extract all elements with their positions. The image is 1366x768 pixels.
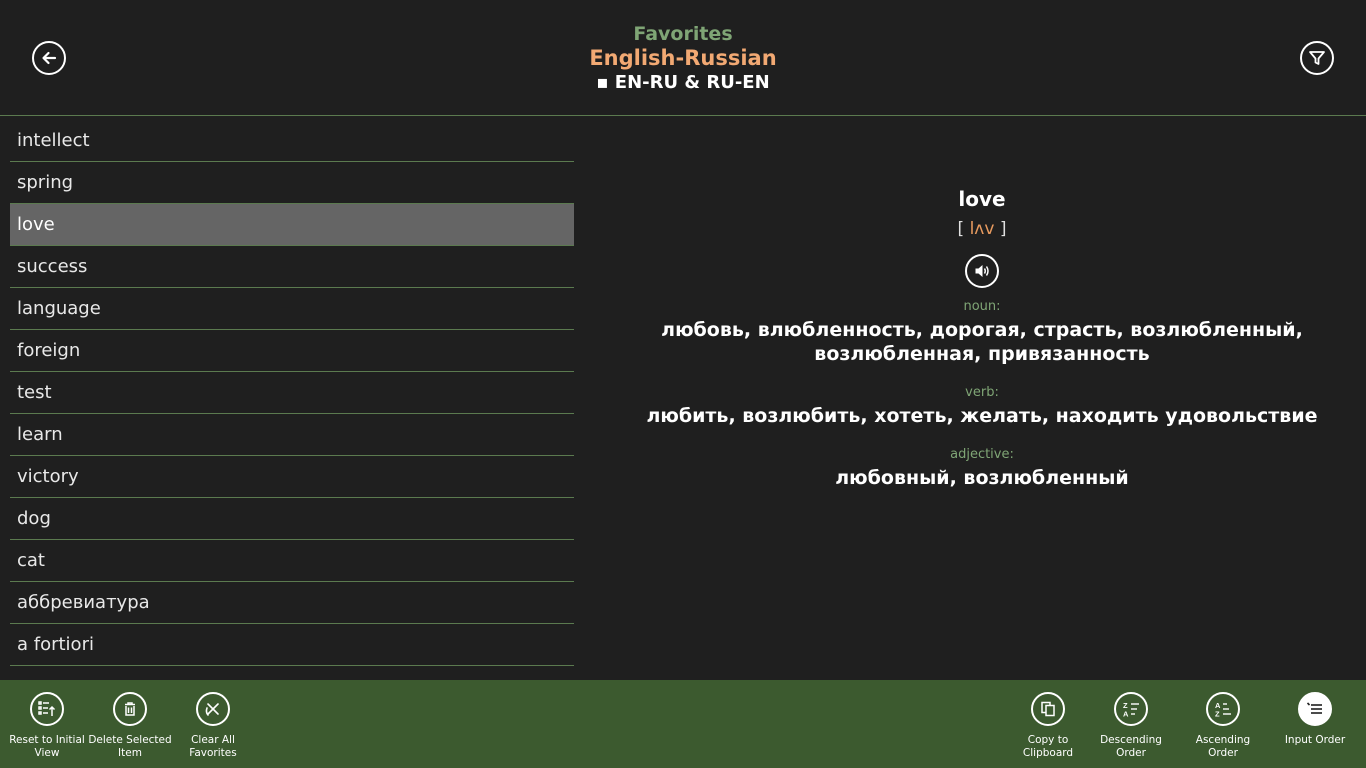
favorites-list: intellect spring love success language f…: [10, 120, 574, 666]
input-order-icon: [1306, 702, 1322, 714]
list-item[interactable]: language: [10, 288, 574, 330]
list-item[interactable]: test: [10, 372, 574, 414]
sense-verb: verb: любить, возлюбить, хотеть, желать,…: [600, 384, 1364, 428]
sort-descending-icon: Z A: [1123, 701, 1139, 719]
list-item[interactable]: spring: [10, 162, 574, 204]
list-item[interactable]: cat: [10, 540, 574, 582]
bracket-close: ]: [994, 219, 1007, 239]
input-order-circle: [1298, 692, 1332, 726]
trash-icon: [125, 702, 135, 716]
delete-selected-circle: [113, 692, 147, 726]
play-sound-button[interactable]: [965, 254, 999, 288]
bracket-open: [: [957, 219, 970, 239]
ascending-order-button[interactable]: A Z Ascending Order: [1178, 692, 1268, 760]
ascending-order-circle: A Z: [1206, 692, 1240, 726]
sense-adjective: adjective: любовный, возлюбленный: [600, 446, 1364, 490]
app-window: Favorites English-Russian ▪ EN-RU & RU-E…: [0, 0, 1366, 768]
clear-all-icon: [205, 703, 219, 716]
part-of-speech: noun:: [963, 299, 1001, 314]
speaker-icon: [975, 265, 989, 277]
translations: любовь, влюбленность, дорогая, страсть, …: [600, 318, 1364, 366]
filter-button[interactable]: [1300, 41, 1334, 75]
clear-all-circle: [196, 692, 230, 726]
list-item[interactable]: intellect: [10, 120, 574, 162]
delete-selected-button[interactable]: Delete Selected Item: [85, 692, 175, 760]
input-order-button[interactable]: Input Order: [1270, 692, 1360, 747]
list-item-selected[interactable]: love: [10, 204, 574, 246]
list-item[interactable]: dog: [10, 498, 574, 540]
reset-view-label: Reset to Initial View: [9, 734, 85, 759]
section-title: Favorites: [633, 23, 733, 45]
svg-text:Z: Z: [1215, 710, 1220, 719]
list-item[interactable]: аббревиатура: [10, 582, 574, 624]
descending-order-button[interactable]: Z A Descending Order: [1086, 692, 1176, 760]
sense-noun: noun: любовь, влюбленность, дорогая, стр…: [600, 298, 1364, 366]
list-item[interactable]: learn: [10, 414, 574, 456]
reset-view-icon: [38, 701, 56, 716]
translations: любовный, возлюбленный: [835, 467, 1129, 489]
copy-clipboard-circle: [1031, 692, 1065, 726]
filter-icon: [1309, 51, 1325, 65]
input-order-label: Input Order: [1284, 734, 1346, 746]
headword: love: [958, 187, 1006, 211]
list-item[interactable]: victory: [10, 456, 574, 498]
transcription-text: lʌv: [969, 219, 995, 239]
part-of-speech: adjective:: [950, 447, 1014, 462]
descending-order-circle: Z A: [1114, 692, 1148, 726]
translations-line: возлюбленная, привязанность: [814, 343, 1150, 365]
clear-all-label: Clear All Favorites: [189, 734, 237, 759]
delete-selected-label: Delete Selected Item: [88, 734, 172, 759]
copy-icon: [1041, 701, 1055, 717]
dictionary-title[interactable]: English-Russian: [483, 46, 883, 71]
transcription: [ lʌv ]: [600, 217, 1364, 241]
ascending-order-label: Ascending Order: [1195, 734, 1251, 759]
descending-order-label: Descending Order: [1100, 734, 1162, 759]
copy-clipboard-button[interactable]: Copy to Clipboard: [1003, 692, 1093, 760]
list-item[interactable]: success: [10, 246, 574, 288]
copy-clipboard-label: Copy to Clipboard: [1022, 734, 1074, 759]
sound-row: [600, 254, 1364, 288]
back-button[interactable]: [32, 41, 66, 75]
clear-all-button[interactable]: Clear All Favorites: [168, 692, 258, 760]
reset-view-button[interactable]: Reset to Initial View: [2, 692, 92, 760]
app-bar: Reset to Initial View Delete Selected Item: [0, 680, 1366, 768]
back-arrow-icon: [42, 51, 57, 65]
part-of-speech: verb:: [965, 385, 999, 400]
reset-view-circle: [30, 692, 64, 726]
translations-line: любовь, влюбленность, дорогая, страсть, …: [661, 319, 1303, 341]
direction-title[interactable]: ▪ EN-RU & RU-EN: [483, 71, 883, 95]
translations: любить, возлюбить, хотеть, желать, наход…: [646, 405, 1318, 427]
translation-detail: love [ lʌv ] noun: любовь, влюбленность,…: [600, 185, 1364, 490]
header-titles: Favorites English-Russian ▪ EN-RU & RU-E…: [483, 22, 883, 95]
svg-text:A: A: [1123, 710, 1129, 719]
sort-ascending-icon: A Z: [1215, 701, 1231, 719]
list-item[interactable]: a fortiori: [10, 624, 574, 666]
header: Favorites English-Russian ▪ EN-RU & RU-E…: [0, 0, 1366, 116]
list-item[interactable]: foreign: [10, 330, 574, 372]
